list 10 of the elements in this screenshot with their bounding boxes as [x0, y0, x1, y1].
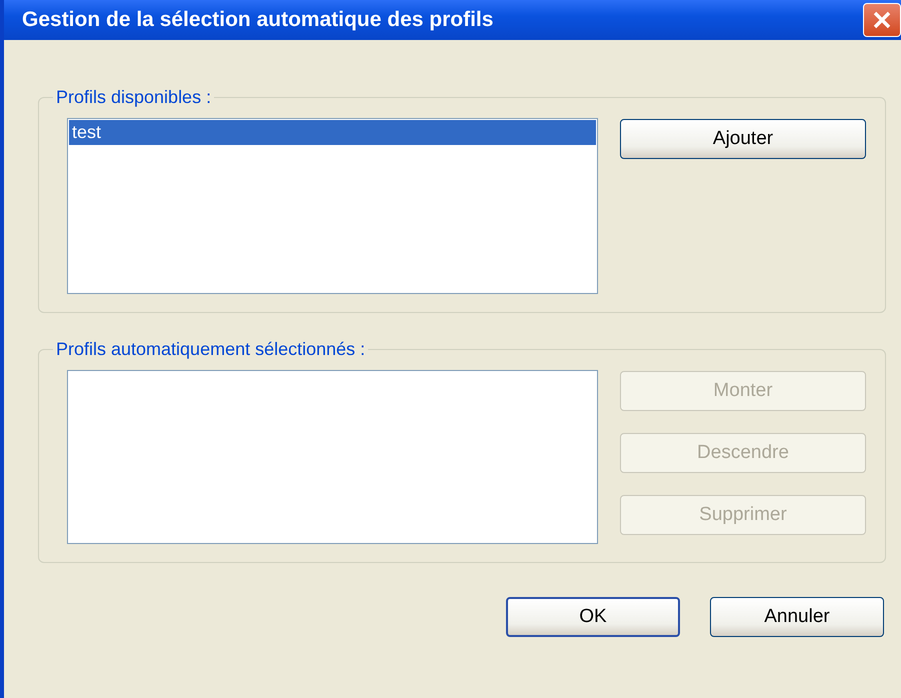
window-title: Gestion de la sélection automatique des profils	[22, 8, 494, 32]
dialog-button[interactable]: OK	[506, 597, 680, 637]
group-label: Profils automatiquement sélectionnés :	[55, 339, 366, 360]
list-item[interactable]: test	[69, 120, 596, 145]
group-label: Profils disponibles :	[55, 87, 212, 108]
action-button[interactable]: Ajouter	[620, 119, 866, 159]
dialog-button[interactable]: Annuler	[710, 597, 884, 637]
close-icon	[872, 10, 892, 30]
list-box[interactable]: test	[67, 118, 598, 294]
close-button[interactable]	[863, 3, 901, 37]
